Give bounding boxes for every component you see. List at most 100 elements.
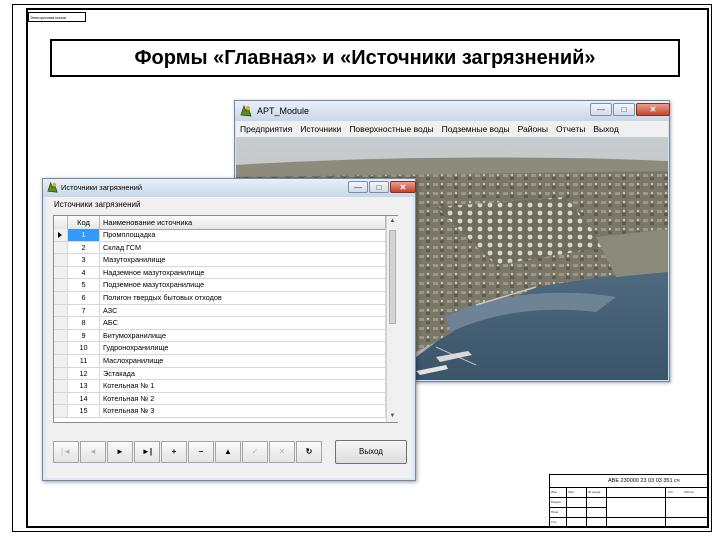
table-row[interactable]: 1 Промплощадка <box>54 229 386 242</box>
row-indicator[interactable] <box>54 405 68 417</box>
minimize-button[interactable]: — <box>590 103 612 116</box>
cell-name[interactable]: Промплощадка <box>100 229 386 241</box>
title-block-line <box>549 487 709 488</box>
table-row[interactable]: 5 Подземное мазутохранилище <box>54 279 386 292</box>
row-indicator[interactable] <box>54 367 68 380</box>
title-block-line <box>665 487 666 528</box>
menu-districts[interactable]: Районы <box>514 121 552 137</box>
maximize-button[interactable]: □ <box>369 181 389 193</box>
column-header-code[interactable]: Код <box>68 216 100 229</box>
row-indicator[interactable] <box>54 392 68 405</box>
cell-code[interactable]: 4 <box>68 266 100 279</box>
menu-reports[interactable]: Отчеты <box>552 121 589 137</box>
menu-surface-waters[interactable]: Поверхностные воды <box>345 121 437 137</box>
table-row[interactable]: 3 Мазутохранилище <box>54 254 386 267</box>
minimize-button[interactable]: — <box>348 181 368 193</box>
scroll-up-arrow-icon[interactable]: ▲ <box>387 216 398 227</box>
nav-cancel-button[interactable]: ✕ <box>269 441 295 463</box>
cell-name[interactable]: Надземное мазутохранилище <box>100 266 386 279</box>
cell-name[interactable]: Эстакада <box>100 367 386 380</box>
nav-next-button[interactable]: ► <box>107 441 133 463</box>
cell-name[interactable]: Маслохранилище <box>100 354 386 367</box>
nav-refresh-button[interactable]: ↻ <box>296 441 322 463</box>
nav-delete-button[interactable]: − <box>188 441 214 463</box>
cell-code[interactable]: 6 <box>68 291 100 304</box>
cell-code[interactable]: 9 <box>68 329 100 342</box>
cell-code[interactable]: 14 <box>68 392 100 405</box>
row-indicator[interactable] <box>54 317 68 329</box>
table-row[interactable]: 7 АЗС <box>54 304 386 318</box>
row-indicator[interactable] <box>54 279 68 291</box>
sources-window-titlebar[interactable]: Источники загрязнений — □ ✕ <box>43 179 416 197</box>
table-row[interactable]: 8 АБС <box>54 317 386 330</box>
cell-code[interactable]: 7 <box>68 304 100 317</box>
column-header-name[interactable]: Наименование источника <box>100 216 386 229</box>
close-button[interactable]: ✕ <box>636 103 670 116</box>
sources-window[interactable]: Источники загрязнений — □ ✕ Источники за… <box>42 178 416 481</box>
nav-edit-button[interactable]: ▲ <box>215 441 241 463</box>
cell-name[interactable]: АЗС <box>100 304 386 317</box>
cell-code[interactable]: 11 <box>68 354 100 367</box>
cell-name[interactable]: Котельная № 3 <box>100 405 386 417</box>
nav-prior-button[interactable]: ◄ <box>80 441 106 463</box>
cell-name[interactable]: Склад ГСМ <box>100 241 386 254</box>
row-indicator[interactable] <box>54 354 68 367</box>
menu-enterprises[interactable]: Предприятия <box>236 121 296 137</box>
cell-code[interactable]: 3 <box>68 254 100 266</box>
maximize-button[interactable]: □ <box>613 103 635 116</box>
close-button[interactable]: ✕ <box>390 181 416 193</box>
cell-name[interactable]: Подземное мазутохранилище <box>100 279 386 291</box>
cell-code[interactable]: 5 <box>68 279 100 291</box>
cell-name[interactable]: Мазутохранилище <box>100 254 386 266</box>
title-block-code: АВЕ 230000 23 03 03 351 сч <box>608 478 680 484</box>
cell-code[interactable]: 2 <box>68 241 100 254</box>
table-row[interactable]: 4 Надземное мазутохранилище <box>54 266 386 280</box>
row-indicator[interactable] <box>54 329 68 342</box>
table-row[interactable]: 6 Полигон твердых бытовых отходов <box>54 291 386 305</box>
table-row[interactable]: 12 Эстакада <box>54 367 386 381</box>
nav-post-button[interactable]: ✓ <box>242 441 268 463</box>
main-window-titlebar[interactable]: APT_Module — □ ✕ <box>235 101 670 121</box>
row-indicator[interactable] <box>54 304 68 317</box>
nav-first-button[interactable]: |◄ <box>53 441 79 463</box>
scroll-thumb[interactable] <box>389 230 396 324</box>
cell-name[interactable]: АБС <box>100 317 386 329</box>
cell-name[interactable]: Котельная № 2 <box>100 392 386 405</box>
cell-code[interactable]: 15 <box>68 405 100 417</box>
row-indicator[interactable] <box>54 380 68 392</box>
menu-sources[interactable]: Источники <box>296 121 345 137</box>
cell-name[interactable]: Котельная № 1 <box>100 380 386 392</box>
cell-code[interactable]: 1 <box>68 229 100 241</box>
cell-code[interactable]: 13 <box>68 380 100 392</box>
row-indicator[interactable] <box>54 266 68 279</box>
cell-name[interactable]: Гудронохранилище <box>100 342 386 354</box>
menu-exit[interactable]: Выход <box>589 121 622 137</box>
cell-name[interactable]: Полигон твердых бытовых отходов <box>100 291 386 304</box>
grid-vertical-scrollbar[interactable]: ▲ ▼ <box>386 216 398 422</box>
row-indicator[interactable] <box>54 229 68 241</box>
nav-insert-button[interactable]: + <box>161 441 187 463</box>
table-row[interactable]: 15 Котельная № 3 <box>54 405 386 418</box>
cell-code[interactable]: 8 <box>68 317 100 329</box>
scroll-down-arrow-icon[interactable]: ▼ <box>387 411 398 422</box>
title-block-label: Листов <box>684 491 694 494</box>
sources-grid[interactable]: Код Наименование источника 1 Промплощадка… <box>53 215 398 423</box>
cell-code[interactable]: 10 <box>68 342 100 354</box>
table-row[interactable]: 10 Гудронохранилище <box>54 342 386 355</box>
exit-button[interactable]: Выход <box>335 440 407 464</box>
table-row[interactable]: 14 Котельная № 2 <box>54 392 386 406</box>
main-menubar: Предприятия Источники Поверхностные воды… <box>236 121 668 137</box>
row-indicator[interactable] <box>54 254 68 266</box>
table-row[interactable]: 11 Маслохранилище <box>54 354 386 368</box>
nav-last-button[interactable]: ►| <box>134 441 160 463</box>
cell-name[interactable]: Битумохранилище <box>100 329 386 342</box>
cell-code[interactable]: 12 <box>68 367 100 380</box>
row-indicator[interactable] <box>54 241 68 254</box>
row-indicator[interactable] <box>54 342 68 354</box>
title-block-label: Лист <box>568 491 575 494</box>
table-row[interactable]: 9 Битумохранилище <box>54 329 386 343</box>
table-row[interactable]: 2 Склад ГСМ <box>54 241 386 255</box>
menu-ground-waters[interactable]: Подземные воды <box>438 121 514 137</box>
row-indicator[interactable] <box>54 291 68 304</box>
table-row[interactable]: 13 Котельная № 1 <box>54 380 386 393</box>
